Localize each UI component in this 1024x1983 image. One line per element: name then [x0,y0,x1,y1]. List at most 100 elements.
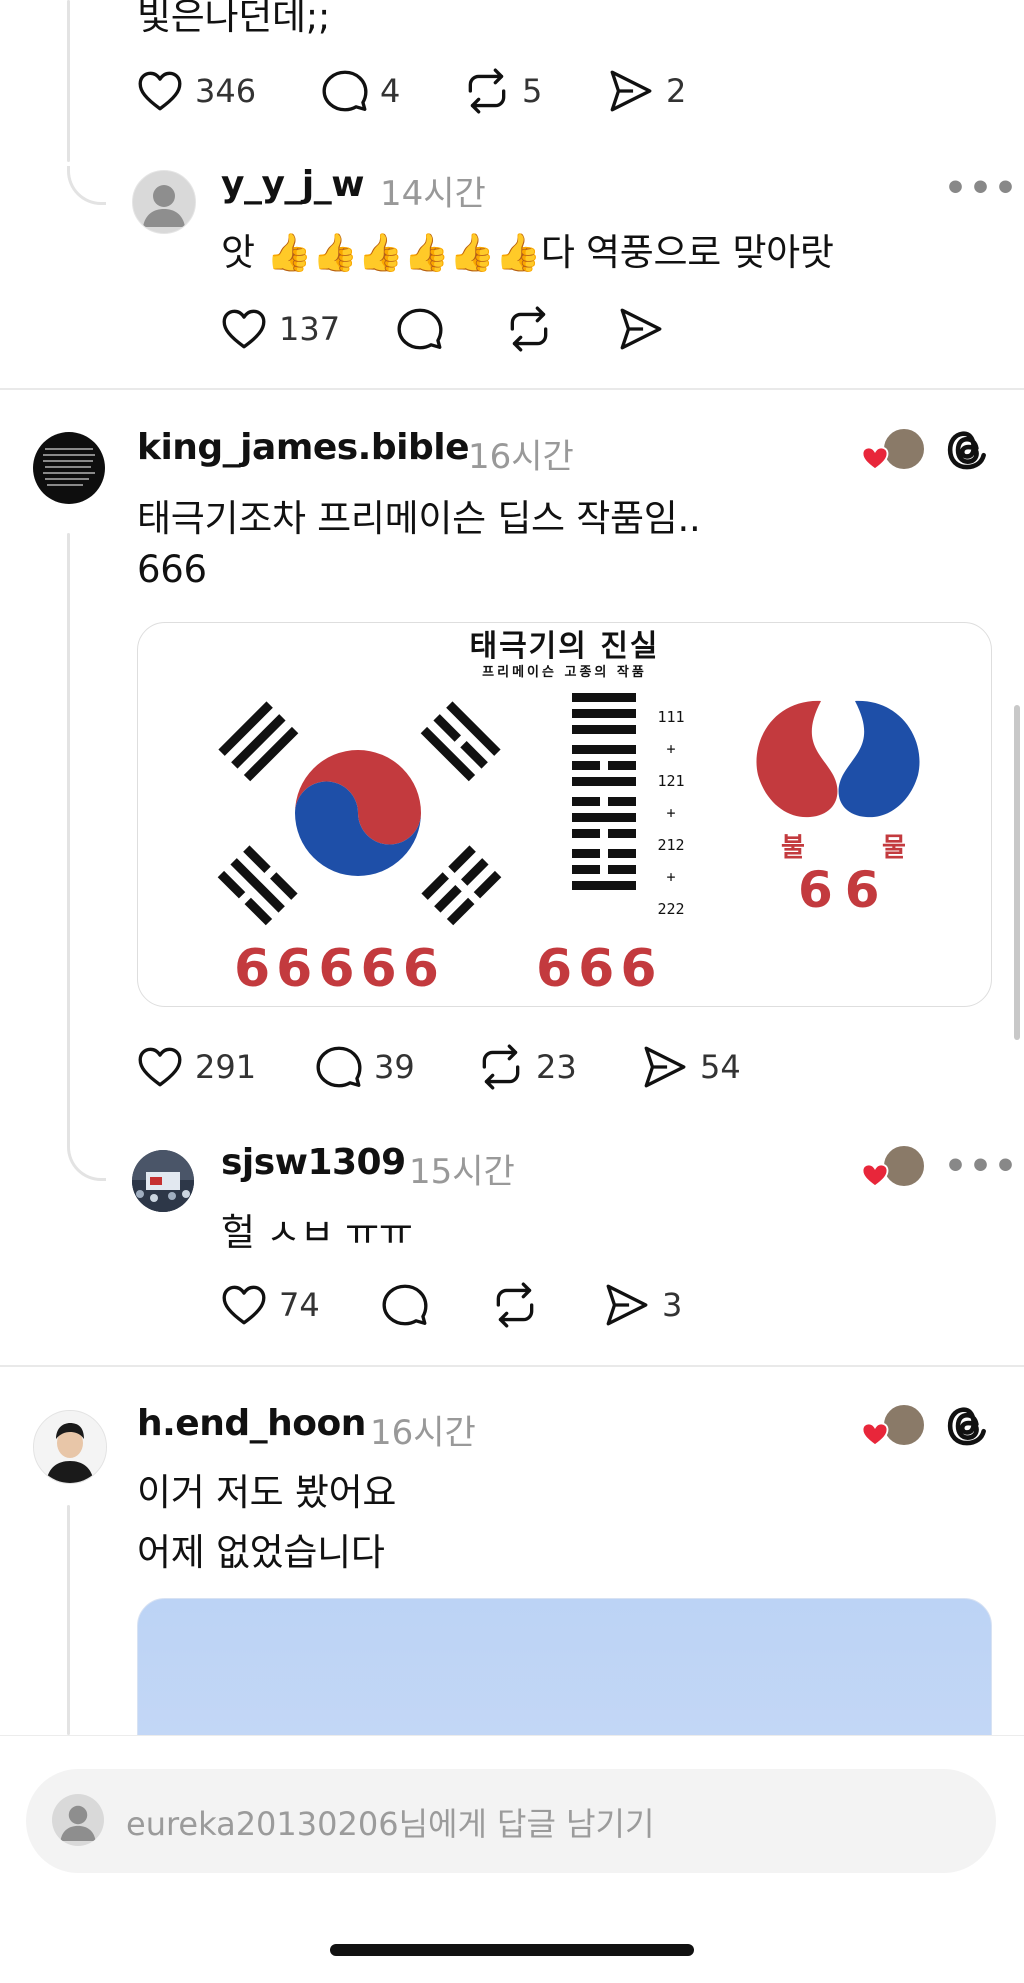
share-count: 3 [662,1286,683,1324]
more-icon[interactable]: ••• [944,168,1019,209]
repost-count: 23 [536,1048,577,1086]
sixes-small: 66 [798,861,892,919]
heart-filled-icon [861,1422,889,1447]
repost-icon [496,1282,534,1328]
repost-button[interactable] [504,304,554,354]
repost-icon [468,68,506,114]
comment-count: 39 [374,1048,415,1086]
heart-filled-icon [861,446,889,471]
share-button[interactable]: 54 [640,1042,741,1092]
like-count: 291 [195,1048,257,1086]
heart-icon [138,71,182,111]
share-button[interactable]: 2 [606,66,686,116]
reply-input[interactable]: eureka20130206님에게 답글 남기기 [26,1769,996,1873]
avatar[interactable] [132,1150,194,1212]
comment-button[interactable] [380,1280,430,1330]
like-button[interactable]: 74 [219,1280,320,1330]
username[interactable]: y_y_j_w [221,164,365,205]
repost-button[interactable]: 5 [462,66,542,116]
share-icon [620,308,662,350]
timestamp: 14시간 [380,174,486,214]
comment-button[interactable] [395,304,445,354]
number-label: 222 [657,900,685,918]
share-button[interactable] [616,304,666,354]
heart-icon [222,1285,266,1325]
threads-logo-icon[interactable] [942,425,992,475]
share-icon [610,70,652,112]
post-image[interactable]: 태극기의 진실 프리메이슨 고종의 작품 111 + 121 + 212 + 2… [137,622,992,1007]
comment-icon [316,1046,362,1088]
post-text-line2: 어제 없었습니다 [137,1531,385,1574]
fire-label: 불 [781,833,805,863]
post-text-line1: 태극기조차 프리메이슨 딥스 작품임.. [137,497,701,540]
crowd-photo-avatar [132,1150,194,1212]
text-image-avatar [43,448,95,486]
username[interactable]: h.end_hoon [137,1403,366,1444]
threads-logo-icon[interactable] [942,1401,992,1451]
like-button[interactable]: 137 [219,304,340,354]
number-label: 121 [657,772,685,790]
post-text-partial: 빛은나던데;; [137,0,331,38]
heart-icon [222,309,266,349]
comment-button[interactable]: 4 [320,66,400,116]
liked-by-author-badge [858,1144,926,1190]
timestamp: 16시간 [468,437,574,477]
username[interactable]: sjsw1309 [221,1142,406,1183]
repost-button[interactable]: 23 [476,1042,577,1092]
avatar[interactable] [33,1410,107,1484]
repost-icon [482,1044,520,1090]
share-button[interactable]: 3 [602,1280,682,1330]
avatar[interactable] [33,432,105,504]
username[interactable]: king_james.bible [137,427,469,468]
home-indicator [330,1944,694,1956]
comment-count: 4 [380,72,401,110]
comment-button[interactable]: 39 [314,1042,415,1092]
thread-line [67,1505,70,1735]
thread-connector [67,1142,106,1181]
repost-button[interactable] [490,1280,540,1330]
number-label: + [666,868,676,886]
default-avatar-icon [143,185,185,227]
comment-icon [382,1284,428,1326]
avatar [52,1794,104,1846]
share-icon [644,1046,686,1088]
heart-icon [138,1047,182,1087]
image-subtitle: 프리메이슨 고종의 작품 [482,665,647,680]
sixes-left: 66666 [234,939,445,999]
share-count: 54 [700,1048,741,1086]
number-label: 212 [657,836,685,854]
avatar[interactable] [132,170,196,234]
post-text-line2: 666 [137,548,207,591]
divider [0,388,1024,390]
number-label: + [666,740,676,758]
thread-connector [67,166,106,205]
reply-text: 헐 ㅅㅂ ㅠㅠ [221,1211,413,1254]
composer-bar: eureka20130206님에게 답글 남기기 [0,1735,1024,1983]
repost-count: 5 [522,72,543,110]
like-button[interactable]: 291 [135,1042,256,1092]
like-count: 74 [279,1286,320,1324]
liked-by-author-badge [858,427,926,473]
timestamp: 16시간 [370,1413,476,1453]
comment-icon [397,308,443,350]
repost-icon [510,306,548,352]
number-label: 111 [657,708,685,726]
scrollbar[interactable] [1014,705,1020,1040]
share-icon [606,1284,648,1326]
sixes-mid: 666 [536,939,663,999]
comment-icon [322,70,368,112]
image-title: 태극기의 진실 [469,629,660,664]
share-count: 2 [666,72,687,110]
more-icon[interactable]: ••• [944,1146,1019,1187]
like-button[interactable]: 346 [135,66,256,116]
divider [0,1365,1024,1367]
like-count: 137 [279,310,341,348]
timestamp: 15시간 [409,1152,515,1192]
image-numbers: 111 + 121 + 212 + 222 [648,701,694,925]
default-avatar-icon [60,1805,96,1841]
liked-by-author-badge [858,1403,926,1449]
thread-line [67,0,70,162]
thread-line [67,533,70,1143]
reply-placeholder: eureka20130206님에게 답글 남기기 [126,1805,655,1843]
profile-photo-avatar [34,1411,106,1483]
